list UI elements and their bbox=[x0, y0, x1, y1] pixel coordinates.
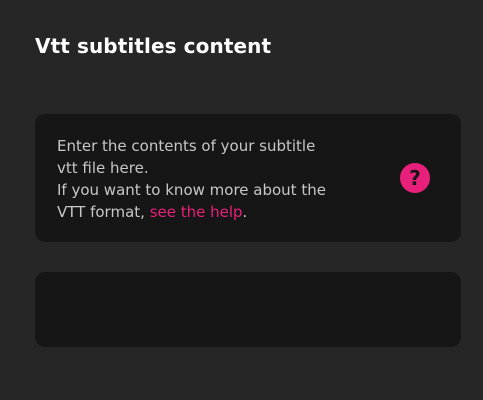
info-line-4-prefix: VTT format, bbox=[57, 203, 150, 221]
info-line-2: vtt file here. bbox=[57, 159, 149, 177]
info-line-1: Enter the contents of your subtitle bbox=[57, 137, 316, 155]
question-mark-icon[interactable]: ? bbox=[400, 163, 430, 193]
vtt-content-input[interactable] bbox=[35, 272, 461, 347]
see-help-link[interactable]: see the help bbox=[150, 203, 243, 221]
info-line-4: VTT format, see the help. bbox=[57, 201, 377, 223]
info-card: Enter the contents of your subtitle vtt … bbox=[35, 114, 461, 242]
info-line-4-suffix: . bbox=[242, 203, 248, 221]
info-line-3: If you want to know more about the bbox=[57, 181, 326, 199]
page-title: Vtt subtitles content bbox=[35, 34, 272, 58]
info-text: Enter the contents of your subtitle vtt … bbox=[57, 135, 377, 223]
